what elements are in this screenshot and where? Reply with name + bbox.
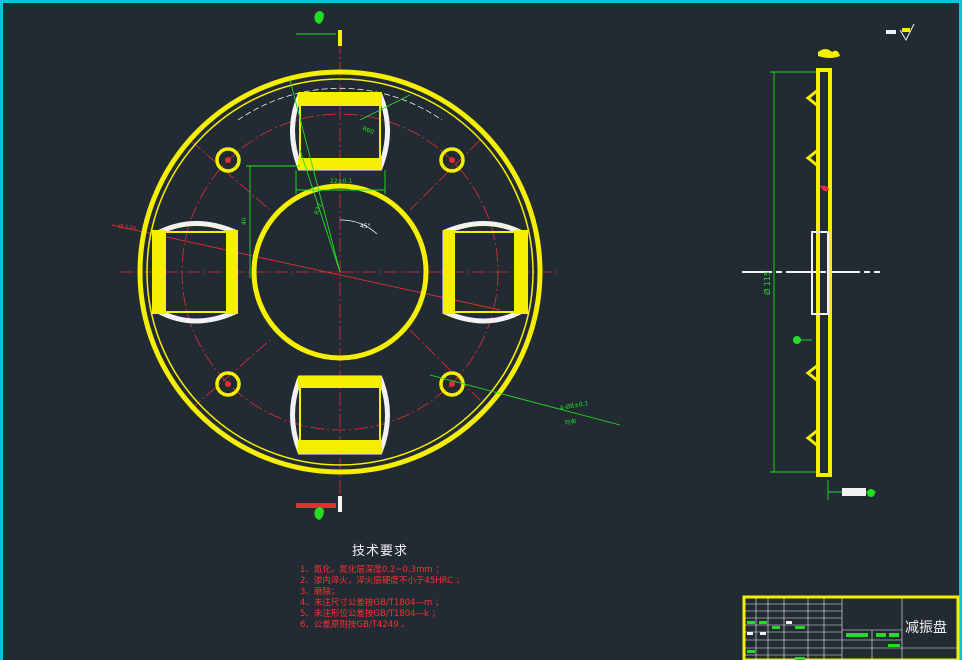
dim-slot-width: 22±0.1 xyxy=(330,178,352,185)
dim-hole-diameter: 4-Ø8±0.1 xyxy=(559,400,589,412)
section-mark-bottom xyxy=(338,496,342,512)
tech-req-list: 1、氮化，氮化层深度0.2~0.3mm ； 2、渗内淬火，淬火层硬度不小于45H… xyxy=(300,565,560,631)
section-label-top xyxy=(314,11,324,24)
side-label xyxy=(818,49,840,58)
tech-req-item: 2、渗内淬火，淬火层硬度不小于45HRC ； xyxy=(300,576,465,586)
technical-requirements: 技术要求 1、氮化，氮化层深度0.2~0.3mm ； 2、渗内淬火，淬火层硬度不… xyxy=(300,540,560,631)
dim-angle-small: R60 xyxy=(361,125,375,136)
part-name-title: 减振盘 xyxy=(905,620,947,636)
roughness-mark xyxy=(886,30,896,34)
section-mark-top xyxy=(338,30,342,46)
side-view: Ø 115 xyxy=(742,23,915,500)
dim-outer-diameter: Ø 130 xyxy=(118,223,137,232)
dim-radius: R32 xyxy=(313,202,324,216)
tech-req-item: 6、公差原则按GB/T4249 。 xyxy=(300,620,410,630)
dim-hole-note: 均布 xyxy=(564,417,577,427)
tech-req-title: 技术要求 xyxy=(351,544,408,559)
section-label-bottom xyxy=(314,507,324,520)
front-view: Ø 130 4-Ø8±0.1 均布 22±0.1 40 R32 45° R60 xyxy=(111,11,621,520)
tech-req-item: 4、未注尺寸公差按GB/T1804—m ； xyxy=(300,598,444,608)
dim-angle: 45° xyxy=(360,223,371,230)
diameter-dimline xyxy=(111,224,501,311)
tech-req-item: 3、磨除； xyxy=(300,587,340,597)
surface-finish-box xyxy=(842,488,866,496)
tech-req-item: 5、未注形位公差按GB/T1804—k ； xyxy=(300,609,441,619)
dim-slot-height: 40 xyxy=(241,217,248,225)
dim-side-diameter: Ø 115 xyxy=(762,271,772,295)
tech-req-item: 1、氮化，氮化层深度0.2~0.3mm ； xyxy=(300,565,444,575)
side-dim xyxy=(770,71,876,500)
